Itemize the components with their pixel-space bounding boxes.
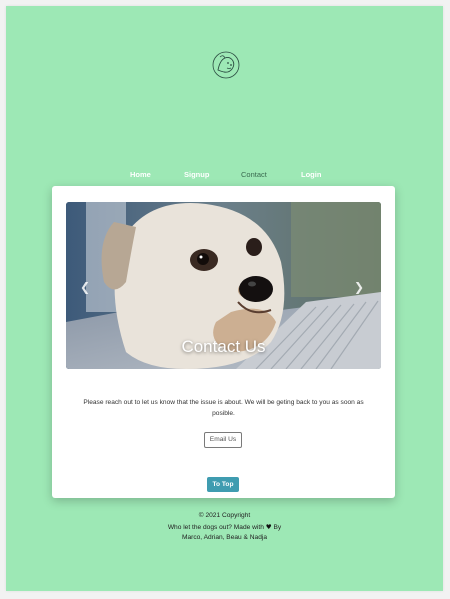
contact-card: ❮ ❯ Contact Us Please reach out to let u… xyxy=(52,186,395,498)
to-top-button[interactable]: To Top xyxy=(207,477,239,492)
carousel-caption: Contact Us xyxy=(181,337,266,356)
made-with-line: Who let the dogs out? Made with ♥ By xyxy=(167,522,282,531)
dog-logo-icon[interactable] xyxy=(210,48,242,82)
nav-contact[interactable]: Contact xyxy=(241,170,267,179)
nav-signup[interactable]: Signup xyxy=(184,170,209,179)
copyright-text: © 2021 Copyright xyxy=(198,512,251,519)
footer: © 2021 Copyright Who let the dogs out? M… xyxy=(6,511,443,544)
chevron-left-icon[interactable]: ❮ xyxy=(80,280,90,294)
image-carousel: ❮ ❯ Contact Us xyxy=(66,202,381,369)
email-us-button[interactable]: Email Us xyxy=(204,432,242,448)
nav-login[interactable]: Login xyxy=(301,170,321,179)
contact-message: Please reach out to let us know that the… xyxy=(83,399,364,417)
authors-text: Marco, Adrian, Beau & Nadja xyxy=(181,534,268,541)
heart-icon: ♥ xyxy=(265,522,272,531)
main-nav: Home Signup Contact Login xyxy=(6,170,443,184)
chevron-right-icon[interactable]: ❯ xyxy=(354,280,364,294)
nav-home[interactable]: Home xyxy=(130,170,151,179)
page: Home Signup Contact Login ❮ ❯ Contact Us… xyxy=(6,6,443,591)
